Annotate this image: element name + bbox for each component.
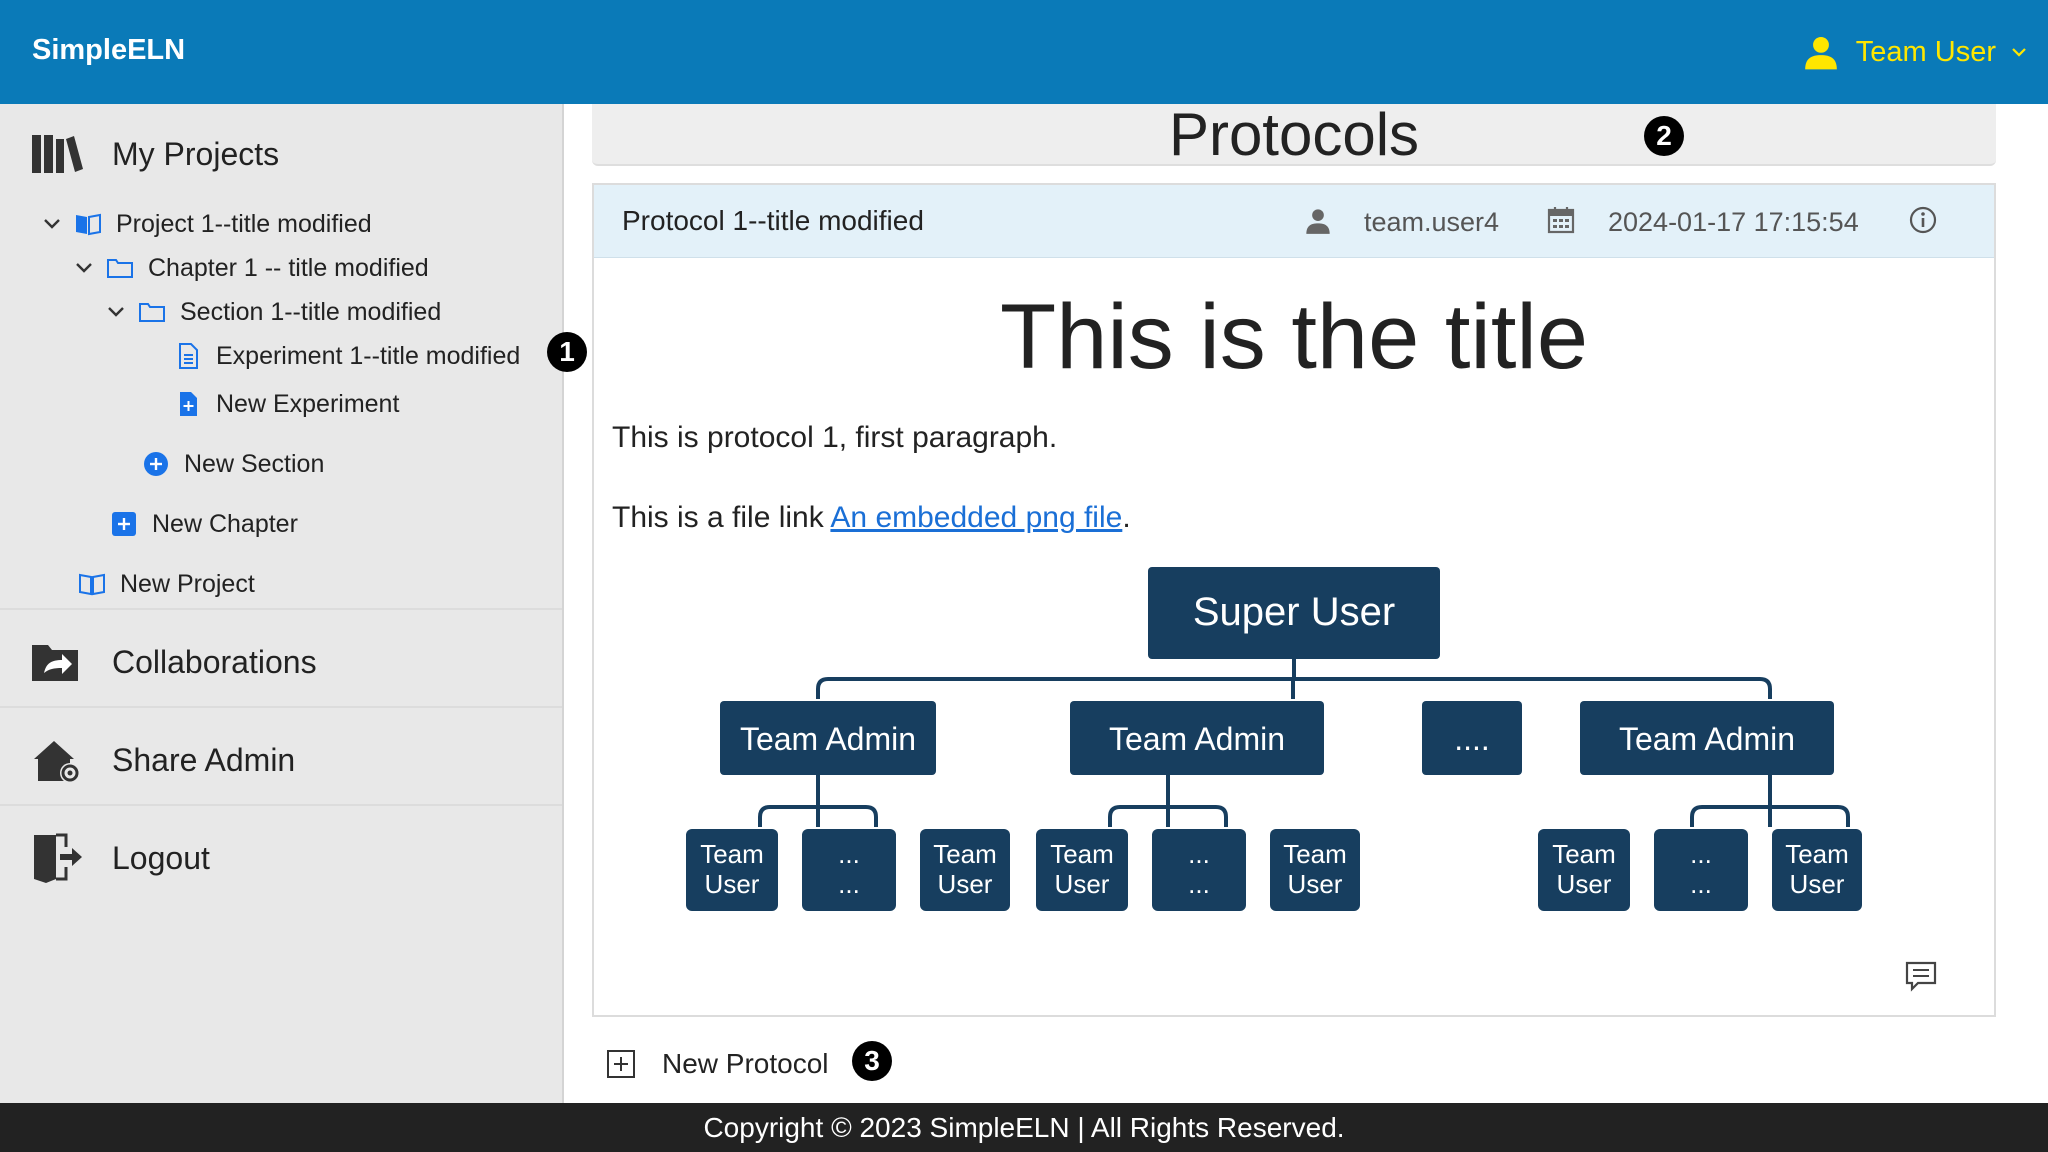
chart-user-label: User [1557,869,1612,899]
tree-item-project[interactable]: Project 1--title modified [42,206,372,242]
new-protocol-button[interactable]: New Protocol [606,1046,829,1082]
chart-user-label: Team [1050,839,1114,869]
chart-user-label: User [1055,869,1110,899]
chart-user-label: Team [933,839,997,869]
comment-icon[interactable] [1904,959,1938,993]
tree-item-new-project[interactable]: New Project [78,566,255,602]
chart-root-label: Super User [1193,590,1395,634]
house-gear-icon [34,741,80,783]
shared-folder-icon [32,645,78,681]
document-icon [179,343,198,369]
calendar-icon [1547,207,1575,234]
chart-user-label: Team [700,839,764,869]
tree-item-new-chapter[interactable]: New Chapter [110,506,298,542]
protocol-date: 2024-01-17 17:15:54 [1608,207,1859,237]
tree-item-experiment[interactable]: Experiment 1--title modified [174,338,520,374]
nav-label: My Projects [112,135,280,172]
tree-label: Project 1--title modified [116,209,372,238]
chart-admin-label: Team Admin [740,721,916,757]
tree-item-section[interactable]: Section 1--title modified [106,294,441,330]
chart-user-label: ... [838,839,860,869]
nav-label: Collaborations [112,643,317,680]
new-protocol-label: New Protocol [662,1048,829,1079]
tree-label: Experiment 1--title modified [216,341,521,370]
chart-user-label: Team [1283,839,1347,869]
info-icon[interactable] [1908,205,1938,235]
divider [0,706,562,708]
chart-user-label: User [705,869,760,899]
top-header: SimpleELN Team User [0,0,2048,104]
chart-user-label: User [1790,869,1845,899]
page-title: Protocols [1168,101,1420,168]
new-file-icon [180,392,197,416]
open-book-icon [76,213,101,236]
org-chart-image: Super User Team Admin Team Admin .... Te… [686,567,1862,911]
document-paragraph: This is protocol 1, first paragraph. [612,421,1058,454]
tree-item-chapter[interactable]: Chapter 1 -- title modified [74,250,429,286]
chevron-down-icon [2012,48,2026,57]
paragraph-text: This is a file link [612,501,831,534]
chevron-down-icon[interactable] [42,214,62,234]
paragraph-text: . [1122,501,1131,534]
tree-label: Chapter 1 -- title modified [148,253,429,282]
protocol-header[interactable]: Protocol 1--title modified team.user4 20… [594,185,1994,258]
nav-logout[interactable]: Logout [0,830,562,886]
chart-user-label: User [938,869,993,899]
nav-label: Logout [112,839,210,876]
user-icon [1804,36,1837,70]
chart-user-label: ... [1188,869,1210,899]
chart-user-label: Team [1785,839,1849,869]
chevron-down-icon[interactable] [106,302,126,322]
callout-badge-1: 1 [547,332,587,372]
sidebar: My Projects Project 1--title modified Ch… [0,104,564,1103]
footer: Copyright © 2023 SimpleELN | All Rights … [0,1103,2048,1152]
chart-admin-label: Team Admin [1619,721,1795,757]
tree-label: Section 1--title modified [180,297,442,326]
chart-user-label: ... [1690,869,1712,899]
divider [0,608,562,610]
user-name: Team User [1855,35,1996,68]
chevron-down-icon[interactable] [74,258,94,278]
chart-user-label: User [1288,869,1343,899]
chart-user-label: Team [1552,839,1616,869]
plus-square-icon [112,512,136,536]
protocol-card: Protocol 1--title modified team.user4 20… [592,183,1996,1017]
callout-badge-3: 3 [852,1041,892,1081]
chart-admin-label: .... [1454,721,1490,757]
door-exit-icon [34,833,82,883]
nav-share-admin[interactable]: Share Admin [0,732,562,788]
protocol-author: team.user4 [1364,207,1500,237]
nav-my-projects[interactable]: My Projects [0,126,562,182]
book-outline-icon [79,573,105,596]
nav-collaborations[interactable]: Collaborations [0,634,562,690]
tree-item-new-section[interactable]: New Section [142,446,324,482]
tree-label: New Project [120,569,255,598]
folder-icon [139,303,165,322]
tree-label: New Section [184,449,325,478]
brand-logo[interactable]: SimpleELN [32,34,185,67]
folder-icon [107,259,133,278]
books-icon [32,135,83,173]
plus-circle-icon [144,452,168,476]
document-paragraph: This is a file link An embedded png file… [612,501,1131,535]
callout-badge-2: 2 [1644,116,1684,156]
protocol-title[interactable]: Protocol 1--title modified [622,205,924,237]
plus-square-outline-icon [607,1050,635,1078]
tree-item-new-experiment[interactable]: New Experiment [174,386,399,422]
nav-label: Share Admin [112,741,296,778]
chart-admin-label: Team Admin [1109,721,1285,757]
user-menu[interactable]: Team User [1802,28,2028,76]
tree-label: New Experiment [216,389,400,418]
file-link[interactable]: An embedded png file [830,501,1122,534]
user-icon [1306,209,1330,234]
chart-user-label: ... [1690,839,1712,869]
divider [0,804,562,806]
tree-label: New Chapter [152,509,298,538]
page-title-bar: Protocols [592,101,1996,168]
chart-user-label: ... [838,869,860,899]
document-title: This is the title [1000,286,1588,388]
chart-user-label: ... [1188,839,1210,869]
